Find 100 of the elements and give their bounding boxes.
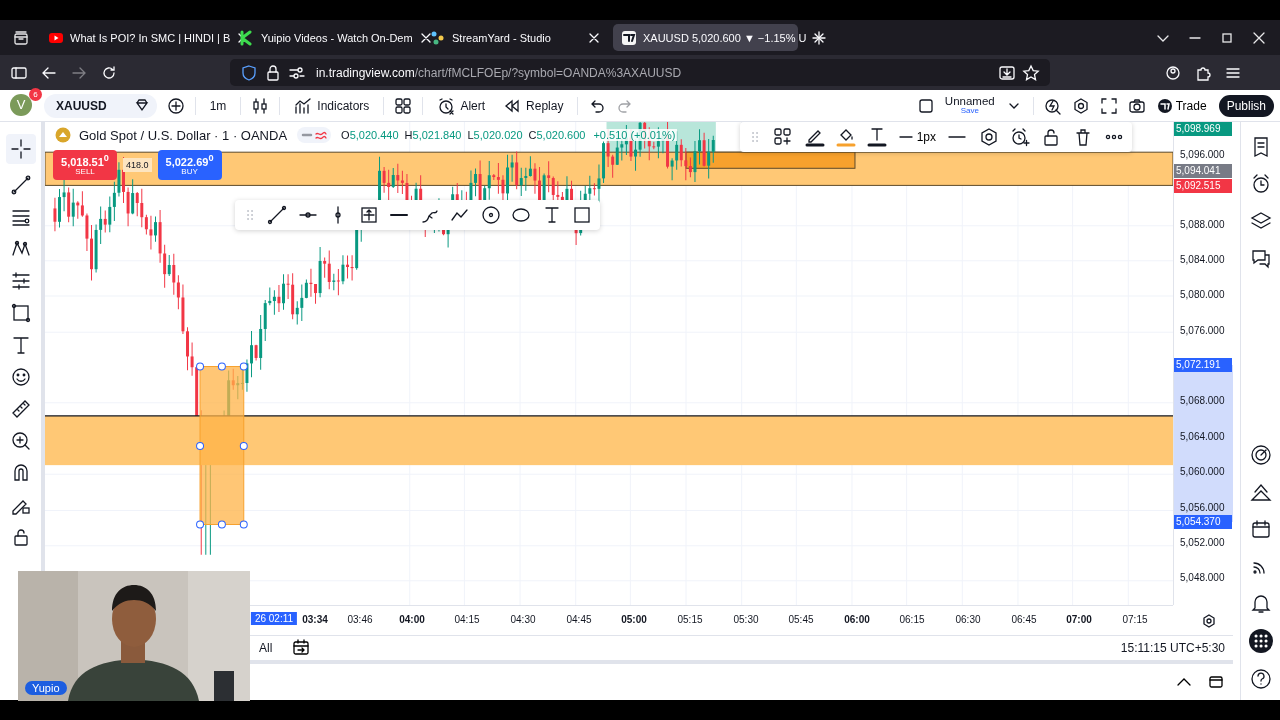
price-marker: 5,094.041	[1174, 164, 1232, 178]
lightning-search-icon[interactable]	[1043, 96, 1062, 115]
browser-tab[interactable]: StreamYard - Studio	[422, 24, 607, 51]
spread-value: 418.0	[123, 158, 152, 172]
timezone-clock[interactable]: 15:11:15 UTC+5:30	[1120, 641, 1225, 655]
price-label: 5,048.000	[1179, 571, 1226, 585]
time-label: 04:00	[399, 614, 425, 625]
time-label: 06:30	[955, 614, 981, 625]
layout-button[interactable]: Unnamed Save	[944, 95, 995, 116]
range-button[interactable]: All	[253, 640, 279, 656]
target-icon[interactable]	[1249, 444, 1272, 466]
publish-button[interactable]: Publish	[1218, 94, 1274, 117]
time-label: 04:15	[454, 614, 480, 625]
symbol-title[interactable]: Gold Spot / U.S. Dollar · 1 · OANDA	[79, 127, 288, 143]
trend-line-icon[interactable]	[9, 174, 32, 196]
apps-grid-icon[interactable]	[1248, 629, 1273, 653]
logo-icon	[1157, 98, 1172, 113]
time-label: 05:15	[677, 614, 703, 625]
tab-title: StreamYard - Studio	[452, 31, 552, 44]
line-width-button[interactable]: 1px	[898, 130, 936, 144]
time-label: 03:46	[347, 614, 373, 625]
time-label: 06:00	[844, 614, 870, 625]
time-label: 06:15	[899, 614, 925, 625]
maximize-icon[interactable]	[1207, 673, 1225, 691]
toolbar-button[interactable]: Alert	[433, 94, 490, 117]
fullscreen-icon[interactable]	[1099, 96, 1118, 115]
address-bar[interactable]: in.tradingview.com/chart/fMCLFOEp/?symbol=OANDA%3AXAUUSD	[230, 59, 1050, 86]
status-pill[interactable]	[297, 127, 332, 143]
zoom-in-icon[interactable]	[9, 430, 32, 452]
alarm-clock-icon	[437, 96, 456, 115]
time-label: 03:34	[302, 614, 328, 625]
price-label: 5,076.000	[1179, 324, 1226, 338]
time-label: 07:15	[1122, 614, 1148, 625]
webcam-name-label: Yupio	[25, 681, 67, 695]
price-label: 5,056.000	[1179, 501, 1226, 515]
coin-icon	[55, 127, 71, 143]
browser-tab[interactable]: Yuipio Videos - Watch On-Dem	[231, 24, 416, 51]
ohlc-value: O5,020.440	[341, 129, 399, 141]
symbol-search[interactable]: XAUUSD	[44, 93, 157, 118]
crosshair-icon[interactable]	[5, 134, 36, 164]
time-label: 05:30	[733, 614, 759, 625]
rectangle-icon[interactable]	[9, 302, 32, 324]
toolbar-button[interactable]: Replay	[499, 94, 568, 117]
help-icon[interactable]	[1249, 668, 1272, 690]
trade-button[interactable]: Trade	[1155, 98, 1209, 113]
price-marker: 5,054.370	[1174, 515, 1232, 529]
price-label: 5,084.000	[1179, 253, 1226, 267]
time-label: 05:45	[788, 614, 814, 625]
price-label: 5,068.000	[1179, 394, 1226, 408]
price-label: 5,064.000	[1179, 430, 1226, 444]
camera-icon[interactable]	[1127, 96, 1146, 115]
circle-icon[interactable]	[480, 205, 501, 225]
add-circle-icon[interactable]	[166, 96, 185, 115]
chart-logo-icon	[621, 29, 637, 46]
time-label: 04:30	[510, 614, 536, 625]
tab-title: What Is POI? In SMC | HINDI | B	[70, 31, 231, 44]
time-label: 05:00	[621, 614, 647, 625]
time-label: 04:45	[566, 614, 592, 625]
chart-rise-icon	[294, 96, 313, 115]
ellipse-icon[interactable]	[511, 205, 532, 225]
tab-list-icon[interactable]	[12, 28, 30, 47]
price-label: 5,080.000	[1179, 288, 1226, 302]
buy-button[interactable]: 5,022.69$^{0}$ BUY	[157, 150, 222, 180]
tab-title: Yuipio Videos - Watch On-Dem	[261, 31, 413, 44]
bell-icon[interactable]	[1249, 592, 1272, 614]
price-marker: 5,092.515	[1174, 179, 1232, 193]
square-icon[interactable]	[916, 96, 935, 115]
ohlc-value: C5,020.600	[528, 129, 586, 141]
price-label: 5,052.000	[1179, 536, 1226, 550]
trend-line-icon[interactable]	[267, 205, 288, 225]
account-icon[interactable]	[1164, 63, 1182, 82]
alarm-plus-icon[interactable]	[1010, 127, 1030, 147]
interval-button[interactable]: 1m	[205, 96, 231, 115]
star-icon[interactable]	[1022, 63, 1040, 82]
settings-icon[interactable]	[1202, 614, 1216, 628]
chat-icon[interactable]	[1249, 247, 1272, 269]
price-label: 5,060.000	[1179, 465, 1226, 479]
hexagon-icon[interactable]	[978, 127, 999, 147]
hexagon-icon[interactable]	[1071, 96, 1090, 115]
price-marker: 5,072.191	[1174, 358, 1232, 372]
smiley-icon[interactable]	[9, 366, 32, 388]
time-label: 06:45	[1011, 614, 1037, 625]
candles-icon[interactable]	[251, 96, 270, 115]
calendar-icon[interactable]	[1249, 518, 1272, 540]
selected-rectangle[interactable]	[196, 362, 248, 529]
tab-title: XAUUSD 5,020.600 ▼ −1.15% U	[643, 31, 807, 44]
lock-icon	[264, 63, 282, 82]
add-template-icon[interactable]	[773, 127, 794, 147]
sell-button[interactable]: 5,018.51$^{0}$ SELL	[53, 150, 117, 180]
shield-icon	[240, 63, 258, 82]
time-label: 07:00	[1066, 614, 1092, 625]
toolbar-button[interactable]: Indicators	[290, 94, 374, 117]
ohlc-value: H5,021.840	[404, 129, 462, 141]
price-marker: 5,098.969	[1174, 122, 1232, 136]
time-cursor-label: 26 02:11	[250, 612, 298, 625]
price-label: 5,088.000	[1179, 218, 1226, 232]
grid-icon[interactable]	[394, 96, 413, 115]
dots-logo-icon	[430, 29, 446, 46]
download-icon[interactable]	[998, 63, 1016, 82]
text-icon[interactable]	[867, 126, 888, 148]
